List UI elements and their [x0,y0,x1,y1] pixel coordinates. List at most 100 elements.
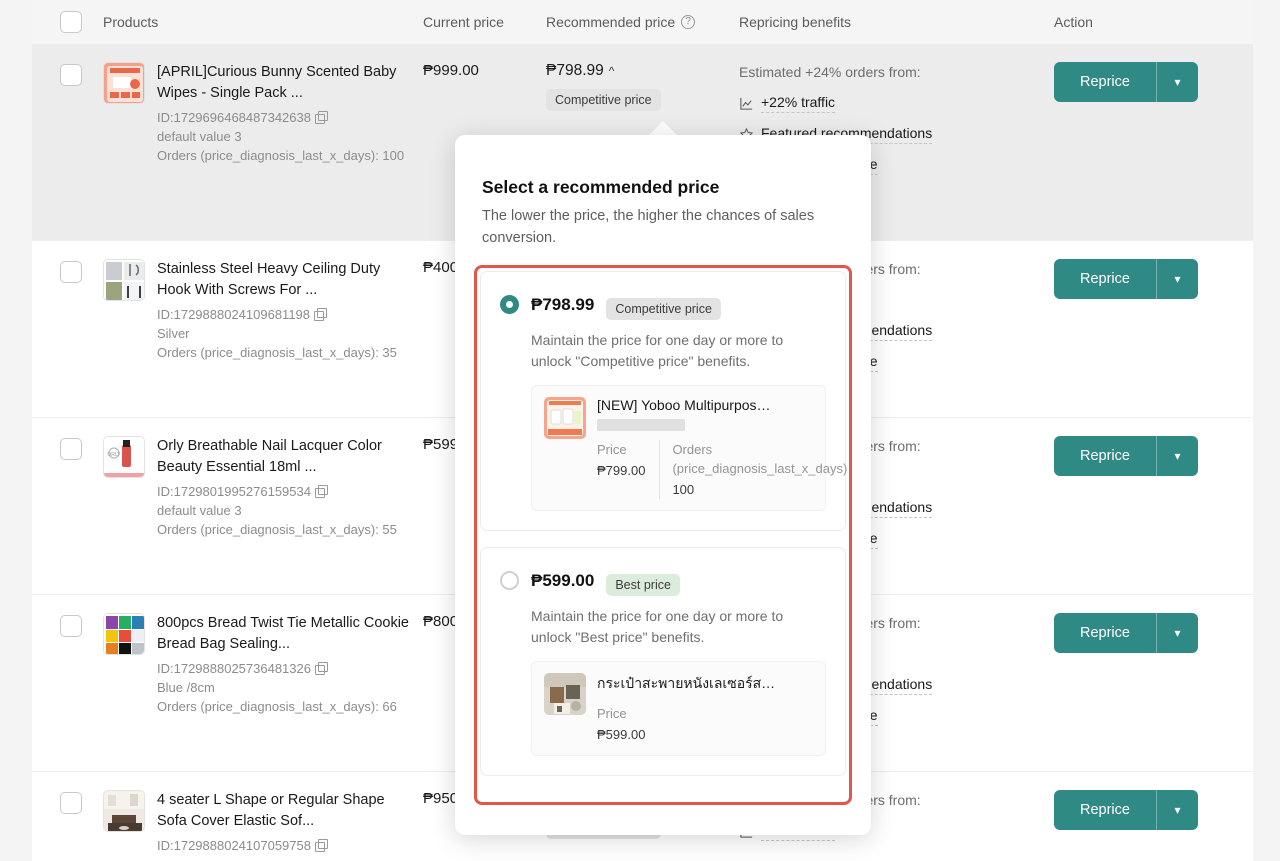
product-id: ID:1729888025736481326 [157,659,417,678]
product-id: ID:1729801995276159534 [157,482,417,501]
row-checkbox[interactable] [60,64,82,86]
popover-title: Select a recommended price [482,177,720,197]
product-id: ID:1729888024109681198 [157,305,417,324]
reprice-dropdown-button[interactable]: ▾ [1155,790,1198,830]
help-icon[interactable]: ? [681,15,696,29]
action-cell: Reprice ▾ [1054,241,1253,417]
reprice-button[interactable]: Reprice [1054,613,1156,653]
column-header-action: Action [1054,14,1093,30]
row-checkbox[interactable] [60,792,82,814]
reprice-button[interactable]: Reprice [1054,62,1156,102]
product-cell: [APRIL]Curious Bunny Scented Baby Wipes … [103,44,423,240]
sample-orders-stat: Orders (price_diagnosis_last_x_days) 100 [659,440,848,499]
benefit-item: +22% traffic [739,94,1054,113]
row-checkbox[interactable] [60,438,82,460]
sample-product-thumbnail [544,673,586,715]
sample-product-title: [NEW] Yoboo Multipurpos… [597,397,771,413]
product-thumbnail: ORLY [103,436,145,478]
reprice-button[interactable]: Reprice [1054,790,1156,830]
product-variant: default value 3 [157,129,242,144]
benefit-label: +22% traffic [761,94,836,113]
price-option-competitive[interactable]: ₱798.99 Competitive price Maintain the p… [480,271,848,531]
product-title[interactable]: Orly Breathable Nail Lacquer Color Beaut… [157,436,417,478]
product-variant: default value 3 [157,503,242,518]
row-select-cell [32,595,103,771]
sample-orders-label: Orders (price_diagnosis_last_x_days) [672,442,848,476]
sample-price-label: Price [597,706,627,721]
product-thumbnail [103,790,145,832]
repricing-page: Products Current price Recommended price… [0,0,1280,861]
sample-price-value: ₱799.00 [597,463,646,478]
benefits-headline: Estimated +24% orders from: [739,64,921,80]
sample-product-card: [NEW] Yoboo Multipurpos… Price ₱799.00 O… [531,385,848,511]
option-badge: Best price [606,574,680,596]
option-description: Maintain the price for one day or more t… [531,332,784,369]
sample-product-thumbnail [544,397,586,439]
copy-icon[interactable] [314,111,328,124]
option-badge: Competitive price [606,298,721,320]
action-cell: Reprice ▾ [1054,595,1253,771]
popover-subtitle: The lower the price, the higher the chan… [482,208,815,246]
chart-line-icon [740,97,753,110]
product-thumbnail [103,613,145,655]
column-header-recommended-price-label: Recommended price [546,14,676,30]
price-option-best[interactable]: ₱599.00 Best price Maintain the price fo… [480,547,846,776]
copy-icon[interactable] [314,662,328,675]
copy-icon[interactable] [314,839,328,852]
recommended-price-popover: Select a recommended price The lower the… [455,135,871,835]
sample-price-stat: Price ₱799.00 [597,440,659,499]
product-variant: Silver [157,326,190,341]
select-all-checkbox[interactable] [60,11,82,33]
product-cell: 800pcs Bread Twist Tie Metallic Cookie B… [103,595,423,771]
reprice-dropdown-button[interactable]: ▾ [1155,613,1198,653]
radio-best-price[interactable] [500,571,519,590]
column-header-current-price: Current price [423,14,504,30]
price-type-badge: Competitive price [546,89,661,111]
action-cell: Reprice ▾ [1054,418,1253,594]
select-all-cell [32,11,103,33]
row-checkbox[interactable] [60,261,82,283]
product-cell: ORLY Orly Breathable Nail Lacquer Color … [103,418,423,594]
option-price: ₱599.00 [531,570,595,590]
price-option-list: ₱798.99 Competitive price Maintain the p… [480,271,848,776]
action-cell: Reprice ▾ [1054,44,1253,240]
column-header-repricing-benefits: Repricing benefits [739,14,852,30]
product-orders: Orders (price_diagnosis_last_x_days): 10… [157,148,405,163]
product-title[interactable]: 4 seater L Shape or Regular Shape Sofa C… [157,790,417,832]
reprice-dropdown-button[interactable]: ▾ [1155,62,1198,102]
row-select-cell [32,418,103,594]
row-select-cell [32,241,103,417]
popover-arrow [648,121,678,136]
copy-icon[interactable] [314,308,328,321]
current-price: ₱999.00 [423,62,479,79]
chevron-up-icon[interactable]: ^ [609,64,615,78]
reprice-dropdown-button[interactable]: ▾ [1155,436,1198,476]
product-title[interactable]: [APRIL]Curious Bunny Scented Baby Wipes … [157,62,417,104]
sample-price-stat: Price ₱599.00 [597,704,659,744]
product-thumbnail [103,259,145,301]
recommended-price[interactable]: ₱798.99 [546,62,604,79]
reprice-button[interactable]: Reprice [1054,259,1156,299]
reprice-dropdown-button[interactable]: ▾ [1155,259,1198,299]
product-cell: Stainless Steel Heavy Ceiling Duty Hook … [103,241,423,417]
sample-placeholder-bar [597,419,685,431]
radio-competitive-price[interactable] [500,295,519,314]
product-title[interactable]: Stainless Steel Heavy Ceiling Duty Hook … [157,259,417,301]
product-id: ID:1729696468487342638 [157,108,417,127]
column-header-recommended-price: Recommended price ? [546,14,739,30]
product-cell: 4 seater L Shape or Regular Shape Sofa C… [103,772,423,861]
copy-icon[interactable] [314,485,328,498]
column-header-products: Products [103,14,159,30]
product-id: ID:1729888024107059758 [157,836,417,855]
reprice-button[interactable]: Reprice [1054,436,1156,476]
product-orders: Orders (price_diagnosis_last_x_days): 66 [157,699,397,714]
product-orders: Orders (price_diagnosis_last_x_days): 35 [157,345,397,360]
product-variant: Blue /8cm [157,680,215,695]
option-price: ₱798.99 [531,294,595,314]
product-title[interactable]: 800pcs Bread Twist Tie Metallic Cookie B… [157,613,417,655]
svg-text:ORLY: ORLY [107,452,121,458]
popover-header: Select a recommended price The lower the… [455,135,871,249]
table-header-row: Products Current price Recommended price… [32,0,1253,44]
row-checkbox[interactable] [60,615,82,637]
product-thumbnail [103,62,145,104]
